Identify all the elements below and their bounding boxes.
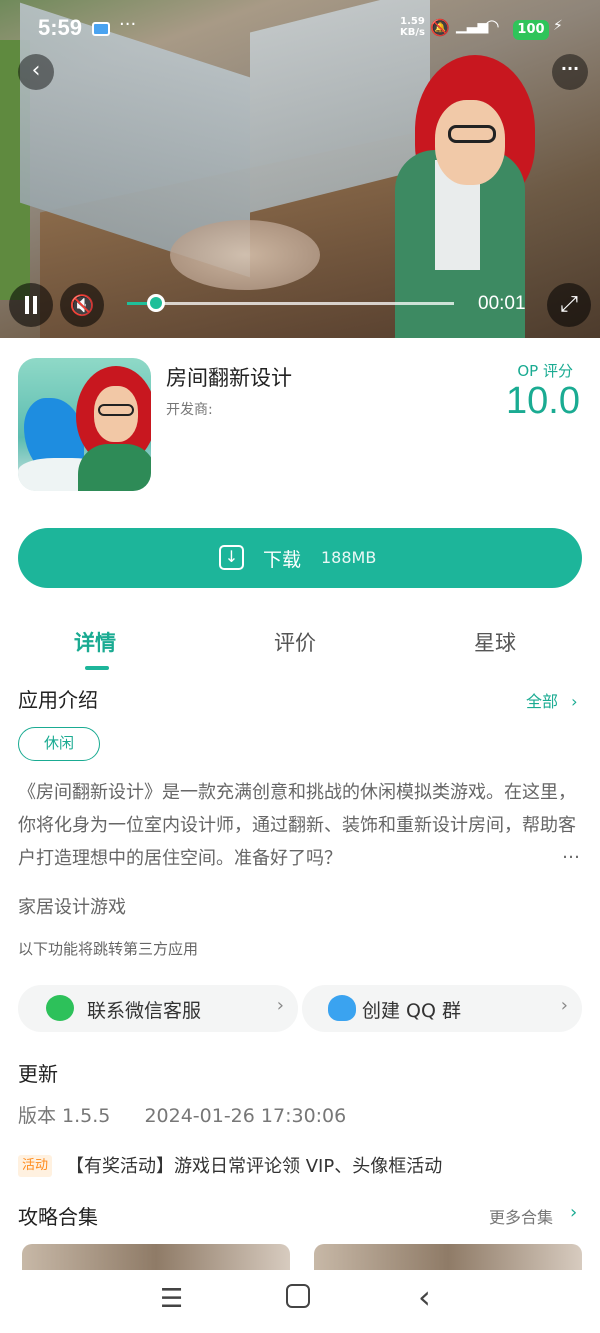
score-value: 10.0 (506, 380, 580, 422)
network-speed-value: 1.59 (400, 16, 425, 27)
active-tab-indicator (85, 666, 109, 670)
download-icon: ↓ (219, 545, 244, 570)
app-icon-character-glasses (98, 404, 134, 416)
download-label: 下载 (263, 549, 302, 571)
tab-planet[interactable]: 星球 (474, 627, 516, 657)
battery-indicator: 100 (513, 20, 549, 40)
fullscreen-button[interactable]: ⤢ (547, 283, 591, 327)
back-nav-icon[interactable]: ‹ (418, 1278, 431, 1316)
guide-thumbnail[interactable] (314, 1244, 582, 1270)
qq-group-label: 创建 QQ 群 (362, 1000, 461, 1022)
silent-bell-icon: 🔕 (430, 18, 450, 37)
video-time: 00:01 (478, 293, 526, 314)
intro-all-label: 全部 (526, 692, 559, 711)
network-speed-unit: KB/s (400, 27, 425, 38)
app-title: 房间翻新设计 (166, 366, 292, 390)
chevron-right-icon: › (276, 995, 284, 1016)
chevron-right-icon: › (560, 995, 568, 1016)
wifi-icon: ◠ (484, 16, 500, 37)
fullscreen-icon: ⤢ (560, 292, 578, 317)
event-badge: 活动 (18, 1155, 53, 1177)
wechat-support-button[interactable]: 联系微信客服 › (18, 985, 298, 1032)
create-qq-group-button[interactable]: 创建 QQ 群 › (302, 985, 582, 1032)
video-character-glasses (448, 125, 496, 143)
home-icon[interactable] (286, 1284, 310, 1308)
version-number: 版本 1.5.5 (18, 1105, 111, 1127)
intro-title: 应用介绍 (18, 688, 98, 712)
notification-app-icon (92, 22, 110, 36)
guide-thumbnail[interactable] (22, 1244, 290, 1270)
charging-icon: ⚡ (553, 18, 563, 34)
chevron-left-icon: ‹ (31, 58, 41, 83)
pause-button[interactable] (9, 283, 53, 327)
app-icon (18, 358, 151, 491)
network-speed: 1.59 KB/s (400, 16, 425, 38)
intro-all-link[interactable]: 全部 › (526, 688, 578, 712)
guides-title: 攻略合集 (18, 1205, 98, 1229)
score-label: OP 评分 (517, 362, 573, 380)
download-size: 188MB (321, 548, 377, 567)
menu-icon[interactable]: ☰ (160, 1284, 183, 1314)
qq-icon (328, 995, 356, 1021)
chevron-right-icon: › (571, 692, 578, 711)
developer-label: 开发商: (166, 402, 213, 418)
status-more-notifications: ··· (119, 14, 137, 35)
video-scene-rug (170, 220, 320, 290)
more-horizontal-icon: ··· (560, 59, 580, 78)
volume-mute-icon: 🔇 (69, 293, 95, 317)
third-party-note: 以下功能将跳转第三方应用 (18, 940, 199, 958)
genre-tag[interactable]: 休闲 (18, 727, 100, 761)
more-options-button[interactable]: ··· (552, 54, 588, 90)
status-time: 5:59 (38, 15, 83, 40)
video-progress-bar[interactable] (127, 294, 454, 312)
app-icon-character-jacket (78, 444, 151, 491)
app-genre: 家居设计游戏 (18, 897, 126, 918)
download-button[interactable]: ↓ 下载 188MB (18, 528, 582, 588)
update-title: 更新 (18, 1062, 58, 1086)
system-navigation-bar: ☰ ‹ (0, 1270, 600, 1333)
more-guides-link[interactable]: 更多合集 (489, 1204, 553, 1228)
version-info: 版本 1.5.5 2024-01-26 17:30:06 (18, 1101, 374, 1128)
chevron-right-icon: › (570, 1202, 578, 1223)
update-date: 2024-01-26 17:30:06 (144, 1105, 347, 1127)
app-description: 《房间翻新设计》是一款充满创意和挑战的休闲模拟类游戏。在这里，你将化身为一位室内… (18, 782, 576, 869)
tab-reviews[interactable]: 评价 (274, 627, 316, 657)
mute-button[interactable]: 🔇 (60, 283, 104, 327)
wechat-icon (46, 995, 74, 1021)
event-link[interactable]: 【有奖活动】游戏日常评论领 VIP、头像框活动 (66, 1152, 442, 1178)
wechat-support-label: 联系微信客服 (87, 1000, 202, 1022)
back-button[interactable]: ‹ (18, 54, 54, 90)
status-bar: 5:59 ··· 1.59 KB/s 🔕 ▁▃▅ ◠ 100 ⚡ (0, 0, 600, 60)
description-ellipsis: … (562, 842, 580, 863)
tab-details[interactable]: 详情 (74, 627, 116, 657)
